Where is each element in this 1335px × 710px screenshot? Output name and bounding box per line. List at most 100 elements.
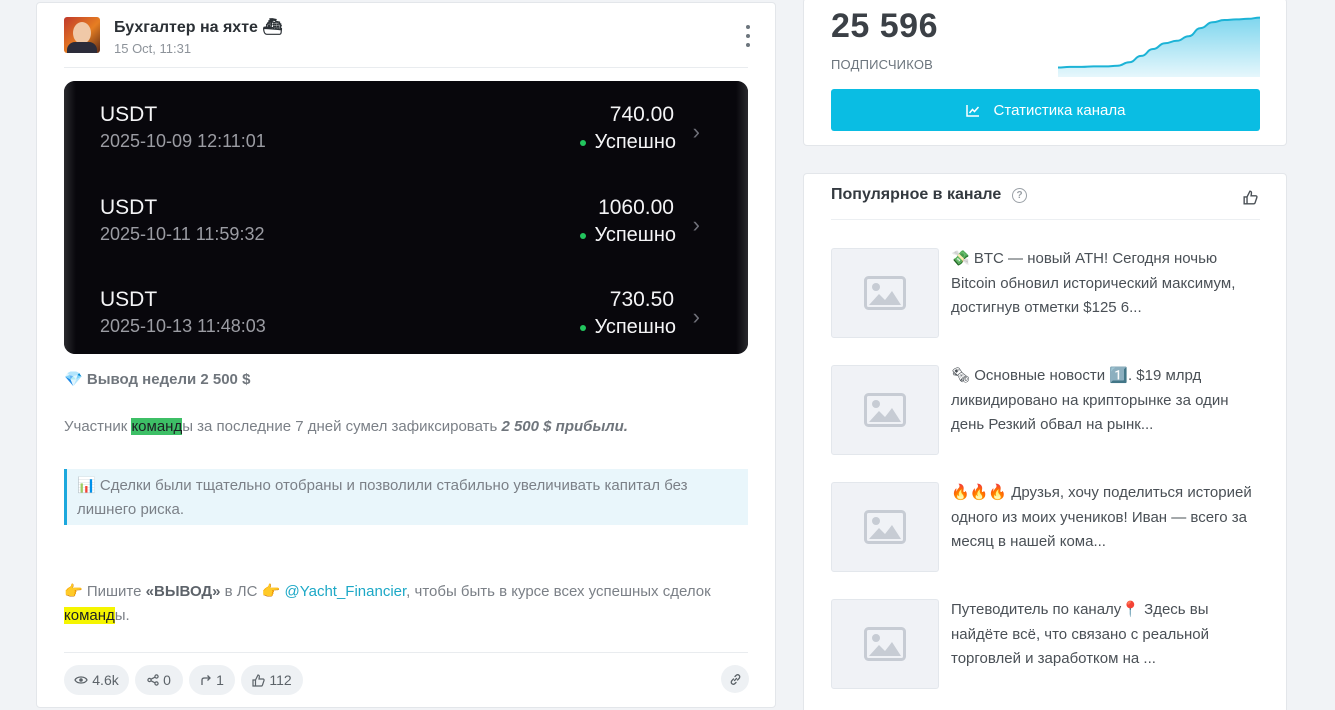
search-highlight: команд	[131, 418, 183, 435]
subscriber-label: ПОДПИСЧИКОВ	[831, 57, 934, 72]
tx-amount: 730.50	[609, 288, 674, 311]
tx-time: 2025-10-13 11:48:03	[100, 316, 266, 336]
views-counter[interactable]: 4.6k	[64, 665, 129, 695]
newspaper-icon: 🗞	[951, 366, 971, 384]
transaction-row: USDT 2025-10-11 11:59:32 1060.00 Успешно…	[100, 196, 710, 256]
tx-asset: USDT	[100, 103, 158, 126]
post-title-text: Вывод недели 2 500 $	[86, 371, 251, 388]
thumbs-up-icon	[252, 673, 266, 687]
forward-icon	[201, 675, 212, 685]
tx-time: 2025-10-09 12:11:01	[100, 131, 266, 151]
cta-bold: «ВЫВОД»	[145, 583, 221, 600]
success-dot-icon	[580, 324, 587, 331]
popular-item-body: BTC — новый ATH! Сегодня ночью Bitcoin о…	[951, 250, 1236, 316]
pointing-hand-icon: 👉	[64, 582, 83, 600]
popular-item-text: 🔥🔥🔥 Друзья, хочу поделиться историей одн…	[951, 480, 1261, 555]
tx-asset: USDT	[100, 288, 158, 311]
pin-icon: 📍	[1121, 600, 1140, 618]
success-dot-icon	[580, 232, 587, 239]
likes-count: 112	[269, 672, 292, 688]
image-placeholder-icon	[831, 248, 939, 338]
chevron-right-icon: ›	[692, 304, 700, 329]
mention-link[interactable]: @Yacht_Financier	[284, 583, 406, 600]
image-placeholder-icon	[831, 365, 939, 455]
body-middle: ы за последние 7 дней сумел зафиксироват…	[182, 418, 502, 435]
post-image[interactable]: USDT 2025-10-09 12:11:01 740.00 Успешно …	[64, 81, 748, 354]
thumbs-up-icon[interactable]	[1243, 190, 1258, 205]
avatar-suit	[67, 42, 97, 53]
shares-count: 0	[163, 672, 171, 688]
popular-item[interactable]: 🗞 Основные новости 1️⃣. $19 млрд ликвиди…	[831, 365, 1260, 457]
chevron-right-icon: ›	[692, 212, 700, 237]
body-bold: 2 500 $ прибыли.	[501, 418, 628, 435]
popular-divider	[831, 219, 1260, 220]
popular-item-body: Основные новости	[970, 367, 1110, 384]
money-icon: 💸	[951, 249, 970, 267]
tx-status: Успешно	[580, 316, 676, 339]
gem-icon: 💎	[64, 370, 83, 388]
popular-item-body: Путеводитель по каналу	[951, 601, 1122, 618]
popular-item-text: 🗞 Основные новости 1️⃣. $19 млрд ликвиди…	[951, 363, 1261, 438]
cta-end: ы.	[114, 607, 130, 624]
copy-link-button[interactable]	[721, 665, 749, 693]
subscriber-count: 25 596	[831, 7, 938, 45]
avatar-face	[73, 22, 91, 44]
cta-suffix: , чтобы быть в курсе всех успешных сдело…	[406, 583, 711, 600]
likes-counter[interactable]: 112	[241, 665, 303, 695]
quote-text: Сделки были тщательно отобраны и позволи…	[77, 477, 688, 518]
number-one-icon: 1️⃣	[1109, 366, 1128, 384]
post-title: 💎 Вывод недели 2 500 $	[64, 367, 754, 392]
tx-status: Успешно	[580, 224, 676, 247]
forwards-counter[interactable]: 1	[189, 665, 235, 695]
post-date[interactable]: 15 Oct, 11:31	[114, 41, 191, 56]
more-options-icon[interactable]	[742, 25, 754, 47]
post-card: Бухгалтер на яхте ⛴ 15 Oct, 11:31 USDT 2…	[36, 2, 776, 708]
shares-counter[interactable]: 0	[135, 665, 183, 695]
popular-item[interactable]: 🔥🔥🔥 Друзья, хочу поделиться историей одн…	[831, 482, 1260, 574]
tx-time: 2025-10-11 11:59:32	[100, 224, 265, 244]
popular-item-text: Путеводитель по каналу📍 Здесь вы найдёте…	[951, 597, 1261, 672]
image-placeholder-icon	[831, 599, 939, 689]
footer-divider	[64, 652, 748, 653]
search-highlight: команд	[64, 607, 115, 624]
share-icon	[147, 674, 159, 686]
channel-stats-label: Статистика канала	[993, 101, 1126, 119]
post-header: Бухгалтер на яхте ⛴ 15 Oct, 11:31	[64, 15, 754, 67]
cta-prefix: Пишите	[82, 583, 146, 600]
image-placeholder-icon	[831, 482, 939, 572]
pointing-hand-icon: 👉	[261, 582, 281, 600]
tx-status-text: Успешно	[594, 131, 676, 153]
forwards-count: 1	[216, 672, 224, 688]
popular-card: Популярное в канале ? 💸 BTC — новый ATH!…	[803, 173, 1287, 710]
body-prefix: Участник	[64, 418, 132, 435]
ship-icon: ⛴	[262, 17, 283, 36]
chevron-right-icon: ›	[692, 119, 700, 144]
channel-name[interactable]: Бухгалтер на яхте ⛴	[114, 17, 283, 37]
header-divider	[64, 67, 748, 68]
success-dot-icon	[580, 139, 587, 146]
post-body: Участник команды за последние 7 дней сум…	[64, 415, 754, 439]
eye-icon	[74, 676, 88, 684]
popular-item[interactable]: Путеводитель по каналу📍 Здесь вы найдёте…	[831, 599, 1260, 691]
popular-item[interactable]: 💸 BTC — новый ATH! Сегодня ночью Bitcoin…	[831, 248, 1260, 340]
tx-asset: USDT	[100, 196, 158, 219]
line-chart-icon	[965, 104, 979, 117]
subscriber-sparkline	[1058, 16, 1260, 77]
popular-item-text: 💸 BTC — новый ATH! Сегодня ночью Bitcoin…	[951, 246, 1261, 321]
tx-amount: 740.00	[609, 103, 674, 126]
transaction-row: USDT 2025-10-09 12:11:01 740.00 Успешно …	[100, 103, 710, 163]
channel-avatar[interactable]	[64, 17, 100, 53]
tx-status: Успешно	[580, 131, 676, 154]
tx-status-text: Успешно	[594, 316, 676, 338]
bar-chart-icon: 📊	[77, 476, 96, 494]
tx-amount: 1060.00	[598, 196, 674, 219]
link-icon	[730, 673, 740, 685]
transaction-row: USDT 2025-10-13 11:48:03 730.50 Успешно …	[100, 288, 710, 348]
channel-name-text: Бухгалтер на яхте	[114, 19, 258, 36]
help-icon[interactable]: ?	[1012, 188, 1027, 203]
tx-status-text: Успешно	[594, 224, 676, 246]
popular-title: Популярное в канале	[831, 186, 1002, 203]
post-quote: 📊 Сделки были тщательно отобраны и позво…	[64, 469, 748, 525]
views-count: 4.6k	[92, 672, 119, 688]
channel-stats-button[interactable]: Статистика канала	[831, 89, 1260, 131]
